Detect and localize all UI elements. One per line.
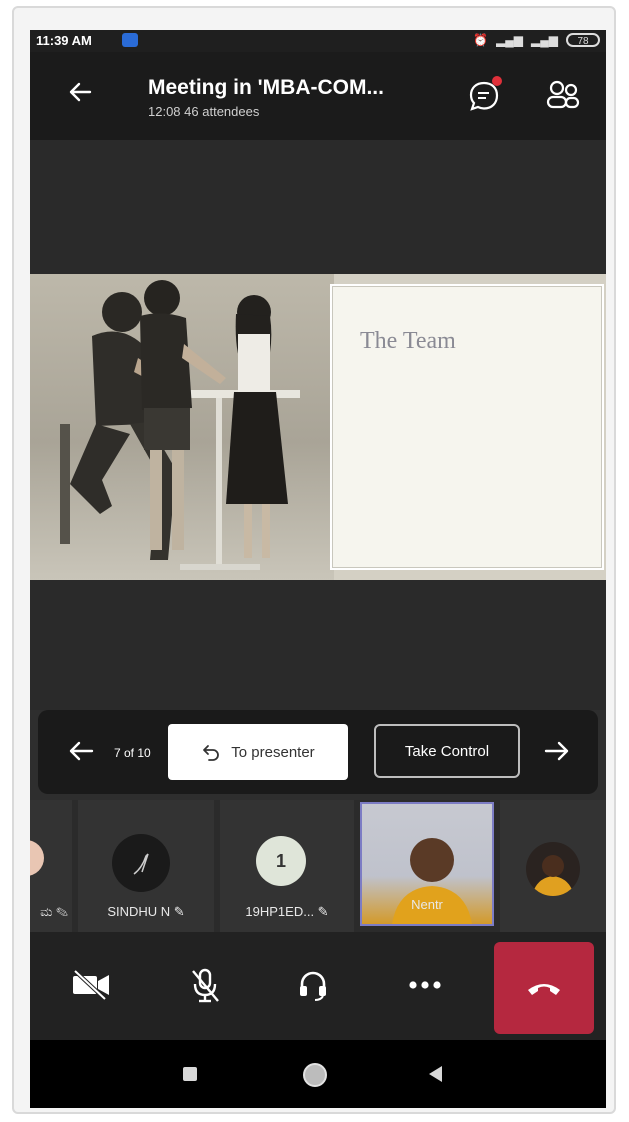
- participant-name: 19HP1ED... ✎: [245, 904, 329, 919]
- status-bar: 11:39 AM ⏰ ▂▄▆ ▂▄▆ 78: [30, 30, 606, 52]
- signal-icon-2: ▂▄▆: [531, 33, 558, 47]
- mic-off-icon: ✎: [170, 904, 185, 919]
- slide-title: The Team: [360, 328, 456, 354]
- team-photo-illustration: [60, 280, 300, 570]
- hang-up-button[interactable]: [494, 942, 594, 1034]
- participant-name: Nentr: [411, 897, 443, 912]
- presentation-controls: 7 of 10 To presenter Take Control: [38, 710, 598, 794]
- participant-video-tile[interactable]: Nentr: [360, 802, 494, 926]
- meeting-title-block: Meeting in 'MBA-COM... 12:08 46 attendee…: [148, 76, 448, 119]
- take-control-label: Take Control: [404, 742, 490, 760]
- participant-name: ಮ ✎: [40, 904, 68, 919]
- phone-hangup-icon: [528, 984, 560, 995]
- meeting-title: Meeting in 'MBA-COM...: [148, 76, 384, 99]
- meeting-meta: 12:08 46 attendees: [148, 104, 448, 119]
- microphone-toggle-button[interactable]: [180, 960, 230, 1010]
- mic-off-icon: [192, 968, 219, 1003]
- headset-icon: [300, 971, 326, 1001]
- arrow-right-icon: [544, 741, 569, 761]
- meeting-attendees: 46 attendees: [184, 104, 260, 119]
- slide-page-indicator: 7 of 10: [114, 746, 151, 760]
- meeting-duration: 12:08: [148, 104, 181, 119]
- app-notification-icon: [122, 33, 138, 47]
- participants-button[interactable]: [544, 78, 582, 114]
- more-options-button[interactable]: [400, 960, 450, 1010]
- slide-text-panel: The Team: [330, 284, 604, 570]
- avatar: [112, 834, 170, 892]
- participant-tile[interactable]: 1 19HP1ED... ✎: [220, 800, 354, 932]
- to-presenter-button[interactable]: To presenter: [168, 724, 348, 780]
- participant-tile[interactable]: SINDHU N ✎: [78, 800, 214, 932]
- avatar: [30, 840, 44, 876]
- home-circle-icon: [303, 1063, 327, 1087]
- recents-button[interactable]: [182, 1066, 198, 1087]
- participant-tile[interactable]: ಮ ✎: [30, 800, 72, 932]
- home-button[interactable]: [302, 1062, 328, 1093]
- shared-slide[interactable]: The Team: [30, 274, 606, 580]
- participant-name: SINDHU N ✎: [107, 904, 185, 919]
- status-time: 11:39 AM: [36, 33, 92, 48]
- status-icons: ⏰ ▂▄▆ ▂▄▆ 78: [473, 33, 600, 47]
- meeting-header: Meeting in 'MBA-COM... 12:08 46 attendee…: [30, 52, 606, 140]
- participant-tile[interactable]: [500, 800, 606, 932]
- camera-toggle-button[interactable]: [66, 960, 116, 1010]
- arrow-left-icon: [69, 82, 92, 102]
- avatar-illustration: [133, 853, 149, 875]
- avatar: [526, 842, 580, 896]
- next-slide-button[interactable]: [542, 736, 572, 773]
- people-icon: [546, 80, 580, 109]
- ellipsis-icon: [409, 981, 441, 989]
- shared-content-stage: The Team: [30, 140, 606, 710]
- back-triangle-icon: [429, 1066, 442, 1082]
- battery-icon: 78: [566, 33, 600, 47]
- participants-strip: ಮ ✎ SINDHU N ✎ 1 19HP1ED... ✎ Nentr: [30, 800, 606, 932]
- meeting-screen: 11:39 AM ⏰ ▂▄▆ ▂▄▆ 78 Meeting in 'MBA-CO…: [30, 30, 606, 1108]
- signal-icon: ▂▄▆: [496, 33, 524, 47]
- avatar-illustration: [532, 855, 574, 896]
- chat-notification-badge: [492, 76, 502, 86]
- avatar: 1: [256, 836, 306, 886]
- to-presenter-label: To presenter: [231, 743, 315, 761]
- arrow-left-icon: [69, 741, 94, 761]
- team-photo: [30, 274, 334, 580]
- back-button[interactable]: [60, 76, 100, 116]
- previous-slide-button[interactable]: [66, 736, 96, 773]
- chat-button[interactable]: [466, 76, 502, 114]
- square-icon: [183, 1067, 197, 1081]
- camera-off-icon: [73, 969, 109, 1001]
- mic-off-icon: ✎: [314, 904, 329, 919]
- audio-device-button[interactable]: [288, 960, 338, 1010]
- system-navigation-bar: [30, 1040, 606, 1108]
- return-arrow-icon: [203, 745, 220, 761]
- call-controls: [30, 932, 606, 1040]
- mic-off-icon: ✎: [52, 904, 68, 919]
- alarm-icon: ⏰: [473, 33, 489, 47]
- back-nav-button[interactable]: [426, 1064, 444, 1089]
- take-control-button[interactable]: Take Control: [374, 724, 520, 778]
